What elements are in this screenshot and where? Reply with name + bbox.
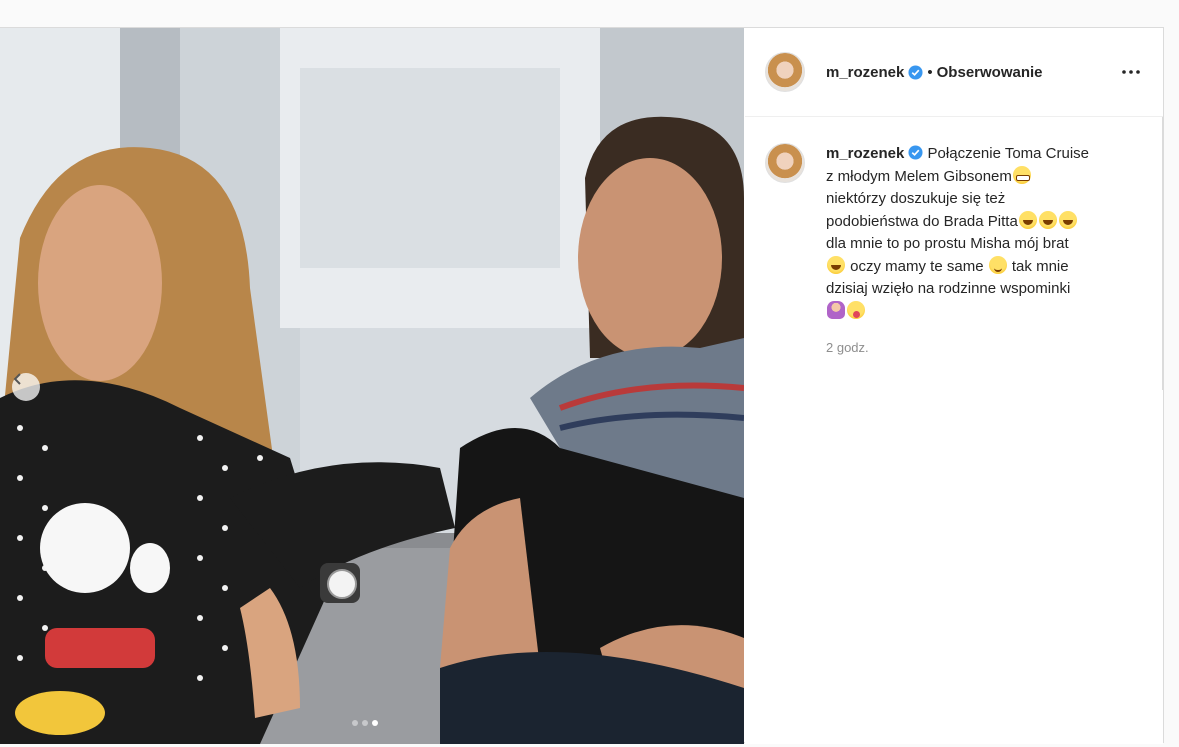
carousel-dot	[352, 720, 358, 726]
post-card: m_rozenek • Obserwowanie m_rozenek Połąc…	[0, 27, 1164, 744]
carousel-dot	[362, 720, 368, 726]
caption-line: oczy mamy te same	[850, 257, 984, 275]
grinning-emoji-icon	[1012, 165, 1031, 184]
caption-line: podobieństwa do Brada Pitta	[826, 212, 1018, 230]
chevron-left-icon	[13, 373, 21, 385]
shrugging-woman-emoji-icon	[827, 300, 845, 319]
caption-body: m_rozenek Połączenie Toma Cruise z młody…	[826, 143, 1126, 360]
caption-line: dla mnie to po prostu Misha mój brat	[826, 235, 1069, 252]
post-timestamp[interactable]: 2 godz.	[826, 337, 1126, 360]
laughing-emoji-icon	[1018, 210, 1037, 229]
more-options-button[interactable]	[1119, 60, 1143, 84]
verified-badge-icon	[908, 145, 923, 160]
caption-line: dzisiaj wzięło na rodzinne wspominki	[826, 280, 1071, 297]
laughing-emoji-icon	[827, 255, 845, 274]
post-media[interactable]	[0, 28, 744, 744]
caption-line: z młodym Melem Gibsonem	[826, 167, 1012, 185]
carousel-prev-button[interactable]	[12, 373, 40, 401]
author-username[interactable]: m_rozenek	[826, 64, 904, 81]
header-separator: •	[927, 63, 933, 81]
carousel-indicator	[352, 720, 378, 726]
tongue-out-emoji-icon	[847, 300, 865, 319]
author-avatar[interactable]	[765, 52, 805, 92]
caption-line: Połączenie Toma Cruise	[927, 145, 1090, 162]
caption-avatar[interactable]	[765, 143, 805, 183]
caption-line: tak mnie	[1011, 257, 1069, 275]
follow-button[interactable]: Obserwowanie	[937, 64, 1043, 81]
post-side-panel: m_rozenek • Obserwowanie m_rozenek Połąc…	[745, 28, 1163, 744]
carousel-dot-active	[372, 720, 378, 726]
caption-comment: m_rozenek Połączenie Toma Cruise z młody…	[745, 117, 1163, 360]
verified-badge-icon	[908, 64, 923, 80]
caption-line: niektórzy doszukuje się też	[826, 190, 1006, 207]
laughing-emoji-icon	[1038, 210, 1057, 229]
laughing-emoji-icon	[1058, 210, 1077, 229]
post-header: m_rozenek • Obserwowanie	[745, 28, 1163, 117]
post-photo	[0, 28, 744, 744]
panel-divider	[1162, 117, 1163, 390]
caption-username[interactable]: m_rozenek	[826, 145, 904, 162]
more-options-icon	[1122, 70, 1140, 74]
winking-emoji-icon	[988, 255, 1007, 274]
